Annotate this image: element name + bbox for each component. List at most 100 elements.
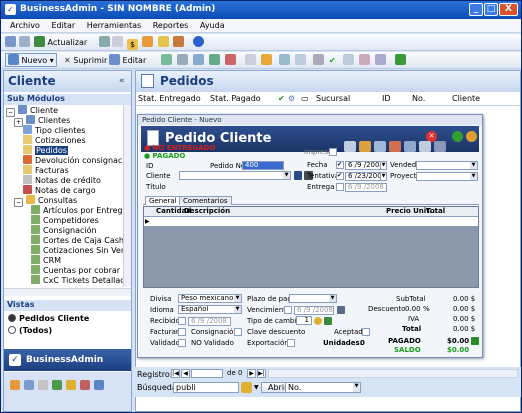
shortcut-3-icon[interactable] <box>38 380 48 390</box>
toolbar-icon-5[interactable] <box>245 54 256 67</box>
tree-item-articulos[interactable]: Artículos por Entregar <box>31 205 125 215</box>
check-button[interactable]: ✔ <box>329 54 336 67</box>
idioma-field[interactable]: Español ▼ <box>178 305 242 314</box>
tree-item-notas-credito[interactable]: Notas de crédito <box>23 175 101 185</box>
validado-checkbox[interactable] <box>178 339 186 347</box>
tree-item-competidores[interactable]: Competidores <box>31 215 99 225</box>
col-no[interactable]: No. <box>412 93 425 105</box>
vencimiento-checkbox[interactable] <box>284 306 292 314</box>
tree-item-devolucion[interactable]: Devolución consignación <box>23 155 125 165</box>
dialog-tool-3-icon[interactable] <box>374 141 386 152</box>
menu-herramientas[interactable]: Herramientas <box>87 21 142 30</box>
excel-button[interactable] <box>395 54 406 67</box>
search-options-button[interactable]: ▼ <box>254 384 259 391</box>
dialog-tool-5-icon[interactable] <box>404 141 416 152</box>
tree-item-cxc-tickets[interactable]: CxC Tickets Detallado <box>31 275 125 285</box>
tree-item-cot-sin-venta[interactable]: Cotizaciones Sin Venta <box>31 245 125 255</box>
vendedor-field[interactable]: ▼ <box>416 161 478 170</box>
entrega-checkbox[interactable] <box>336 183 344 191</box>
help-button[interactable] <box>193 36 204 49</box>
search-field-select[interactable]: No. ▼ <box>285 382 361 393</box>
dialog-tool-2-icon[interactable] <box>359 141 371 152</box>
proyecto-field[interactable]: ▼ <box>416 172 478 181</box>
sort-button[interactable] <box>193 54 204 67</box>
next-record-button[interactable]: ▶ <box>247 369 256 378</box>
dialog-tool-6-icon[interactable] <box>419 141 431 152</box>
print-preview-button[interactable] <box>5 36 16 49</box>
shortcut-7-icon[interactable] <box>94 380 104 390</box>
dialog-tool-4-icon[interactable] <box>389 141 401 152</box>
tipo-cambio-field[interactable]: 1 <box>296 316 312 325</box>
edit-button[interactable]: Editar <box>109 54 146 67</box>
col-stat-entregado[interactable]: Stat. Entregado <box>138 93 201 105</box>
tree-item-cortes-caja[interactable]: Cortes de Caja CashPoi <box>31 235 125 245</box>
toolbar-icon-10[interactable] <box>359 54 370 67</box>
fecha-checkbox[interactable]: ✔ <box>336 161 344 169</box>
minimize-button[interactable]: _ <box>469 3 483 16</box>
first-record-button[interactable]: |◀ <box>171 369 180 378</box>
toolbar-icon-8[interactable] <box>313 54 324 67</box>
settings-button[interactable] <box>158 36 169 49</box>
tipo-cambio-help-icon[interactable] <box>314 317 322 325</box>
dialog-print-icon[interactable] <box>434 141 446 152</box>
tree-item-crm[interactable]: CRM <box>31 255 61 265</box>
network-button[interactable] <box>99 36 110 49</box>
tools-button[interactable] <box>142 36 153 49</box>
shortcut-4-icon[interactable] <box>52 380 62 390</box>
col-sucursal[interactable]: Sucursal <box>316 93 350 105</box>
shortcut-2-icon[interactable] <box>24 380 34 390</box>
search-filter-icon[interactable] <box>241 382 252 393</box>
shortcut-6-icon[interactable] <box>80 380 90 390</box>
exportacion-checkbox[interactable] <box>287 339 295 347</box>
recibido-checkbox[interactable] <box>178 317 186 325</box>
tree-item-cliente[interactable]: − Cliente <box>6 105 58 117</box>
vencimiento-calc-icon[interactable] <box>337 306 345 314</box>
calendar-button[interactable] <box>173 36 184 49</box>
descuento-pct[interactable]: 0.00 <box>405 305 421 314</box>
maximize-button[interactable]: □ <box>484 3 498 16</box>
tree-item-cuentas-cobrar[interactable]: Cuentas por cobrar <box>31 265 120 275</box>
tree-item-cotizaciones[interactable]: Cotizaciones <box>23 135 86 145</box>
toolbar-icon-1[interactable] <box>161 54 172 67</box>
tree-item-consignacion[interactable]: Consignación <box>31 225 97 235</box>
new-button[interactable]: Nuevo ▾ <box>5 53 57 67</box>
menu-ayuda[interactable]: Ayuda <box>200 21 225 30</box>
delete-button[interactable]: ✕ Suprimir <box>64 54 107 67</box>
last-record-button[interactable]: ▶| <box>257 369 266 378</box>
fecha-dropdown[interactable]: ▼ <box>380 161 387 170</box>
tipo-cambio-refresh-icon[interactable] <box>324 317 332 325</box>
menu-editar[interactable]: Editar <box>51 21 75 30</box>
view-pedidos-cliente[interactable]: Pedidos Cliente <box>8 314 89 324</box>
close-button[interactable]: X <box>499 3 518 16</box>
col-stat-pagado[interactable]: Stat. Pagado <box>210 93 261 105</box>
facturar-checkbox[interactable] <box>178 328 186 336</box>
toolbar-icon-6[interactable] <box>261 54 272 67</box>
tree-item-consultas[interactable]: − Consultas <box>14 195 77 207</box>
menu-archivo[interactable]: Archivo <box>10 21 40 30</box>
toolbar-icon-4[interactable] <box>225 54 236 67</box>
col-cliente[interactable]: Cliente <box>452 93 480 105</box>
toolbar-icon-3[interactable] <box>209 54 220 67</box>
entrega-field[interactable]: 6 /9 /2008 <box>345 183 387 192</box>
tentativa-field[interactable]: 6 /23/2008 <box>345 172 385 181</box>
col-id[interactable]: ID <box>382 93 391 105</box>
cliente-field[interactable]: ▼ <box>179 171 291 180</box>
filter-button[interactable] <box>279 54 290 67</box>
plazo-field[interactable]: ▼ <box>289 294 337 303</box>
recibido-field[interactable]: 6 /9 /2008 <box>188 317 231 326</box>
refresh-button[interactable]: Actualizar <box>34 36 87 49</box>
toolbar-icon-7[interactable] <box>295 54 306 67</box>
consignacion-checkbox[interactable] <box>234 328 242 336</box>
col-check-icon[interactable]: ✔ <box>278 93 285 105</box>
pagado-history-icon[interactable] <box>471 337 479 345</box>
impreso-checkbox[interactable] <box>329 148 337 156</box>
tree-vertical-scrollbar[interactable] <box>123 105 131 287</box>
brand-bar[interactable]: ✓ BusinessAdmin <box>4 349 131 371</box>
tree-item-tipo-clientes[interactable]: Tipo clientes <box>23 125 85 135</box>
tree-horizontal-scrollbar[interactable] <box>4 288 131 296</box>
toolbar-icon-11[interactable] <box>375 54 386 67</box>
tree-item-pedidos[interactable]: Pedidos <box>23 145 68 155</box>
view-todos[interactable]: (Todos) <box>8 326 52 336</box>
shortcut-money-icon[interactable] <box>10 380 20 390</box>
dialog-tool-1-icon[interactable] <box>344 141 356 152</box>
